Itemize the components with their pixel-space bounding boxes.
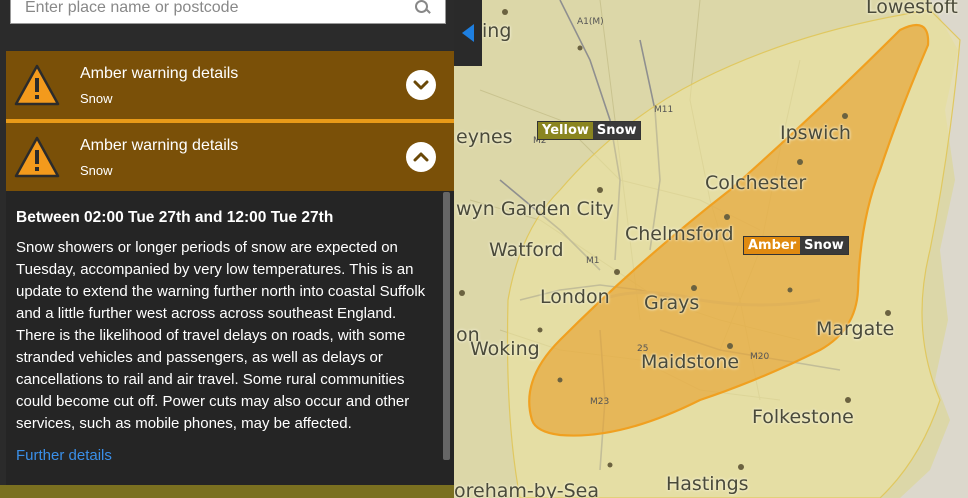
scrollbar[interactable] [443, 192, 450, 460]
search-input[interactable] [25, 0, 415, 17]
warning-title: Amber warning details [80, 64, 239, 82]
badge-type: Snow [592, 122, 641, 139]
place-margate: Margate [816, 318, 895, 340]
road-m11: M11 [654, 105, 674, 115]
place-colchester: Colchester [705, 172, 807, 194]
collapse-button[interactable] [406, 142, 436, 172]
arrow-left-icon [462, 24, 474, 42]
warning-triangle-icon [14, 136, 60, 178]
warning-period: Between 02:00 Tue 27th and 12:00 Tue 27t… [16, 209, 334, 226]
warning-description: Snow showers or longer periods of snow a… [16, 239, 426, 432]
road-m23: M23 [590, 397, 610, 407]
place-partial-ing: ing [482, 20, 512, 42]
place-london: London [540, 286, 610, 308]
place-grays: Grays [644, 292, 700, 314]
road-m20: M20 [750, 352, 770, 362]
warning-triangle-icon [14, 64, 60, 106]
place-hastings: Hastings [666, 473, 749, 495]
chevron-up-icon [413, 152, 429, 162]
yellow-snow-badge[interactable]: Yellow Snow [537, 121, 642, 140]
place-chelmsford: Chelmsford [625, 223, 734, 245]
search-box [10, 0, 446, 24]
amber-snow-badge[interactable]: Amber Snow [743, 236, 849, 255]
place-folkestone: Folkestone [752, 406, 854, 428]
further-details-link[interactable]: Further details [16, 447, 440, 464]
badge-level: Yellow [538, 122, 593, 139]
chevron-down-icon [413, 80, 429, 90]
place-partial-eynes: eynes [456, 126, 513, 148]
expand-button[interactable] [406, 70, 436, 100]
place-lowestoft: Lowestoft [866, 0, 958, 18]
badge-type: Snow [800, 237, 848, 254]
place-ipswich: Ipswich [780, 122, 851, 144]
place-maidstone: Maidstone [641, 351, 740, 373]
road-a1m: A1(M) [577, 17, 604, 27]
warning-type: Snow [80, 162, 113, 178]
warning-item-collapsed[interactable]: Amber warning details Snow [6, 51, 454, 119]
sidebar: Amber warning details Snow Amber warning… [0, 0, 454, 498]
warning-item-expanded[interactable]: Amber warning details Snow [6, 123, 454, 191]
road-25: 25 [637, 344, 649, 354]
place-watford: Watford [489, 239, 564, 261]
place-partial-on: on [456, 324, 480, 346]
badge-level: Amber [744, 237, 801, 254]
warning-type: Snow [80, 90, 113, 106]
place-partial-garden-city: wyn Garden City [456, 198, 614, 220]
warning-title: Amber warning details [80, 136, 239, 154]
warning-details: Between 02:00 Tue 27th and 12:00 Tue 27t… [6, 191, 454, 485]
next-warning-bar[interactable] [0, 485, 454, 498]
search-icon[interactable] [415, 0, 431, 16]
place-woking: Woking [470, 338, 540, 360]
place-shoreham: oreham-by-Sea [454, 480, 599, 498]
collapse-panel-button[interactable] [454, 0, 482, 66]
road-m1: M1 [586, 256, 600, 266]
